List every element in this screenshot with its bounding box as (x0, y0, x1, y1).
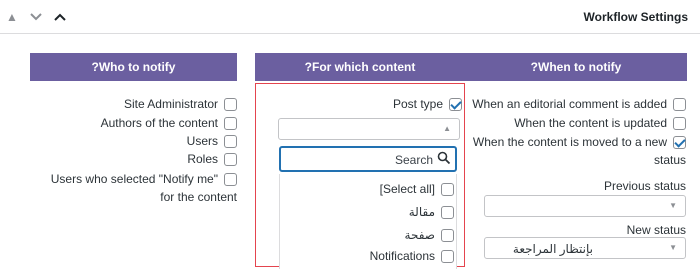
which-column-header: ?For which content (255, 53, 465, 81)
when-column-header: ?When to notify (465, 53, 687, 81)
notify-roles[interactable]: Roles (187, 150, 237, 168)
content-updated-label: When the content is updated (514, 116, 667, 130)
new-status-label: New status (626, 223, 686, 237)
post-type-checkbox[interactable] (449, 97, 462, 111)
authors-checkbox[interactable] (224, 116, 237, 130)
chevron-up-icon[interactable] (52, 9, 68, 25)
site-admin-label: Site Administrator (123, 97, 218, 111)
who-column-header: ?Who to notify (30, 53, 237, 81)
notify-users[interactable]: Users (187, 132, 237, 150)
post-option-checkbox[interactable] (441, 205, 454, 219)
post-option-label: مقالة (408, 205, 435, 219)
content-updated-checkbox[interactable] (673, 116, 686, 130)
post-type-select[interactable]: ▲ (278, 118, 460, 140)
dropdown-search[interactable]: Search (279, 146, 457, 172)
chevron-down-icon: ▼ (669, 243, 677, 252)
roles-checkbox[interactable] (224, 152, 237, 166)
select-all-label: [Select all] (379, 182, 435, 196)
panel-header: ▲ Workflow Settings (0, 0, 700, 34)
option-notifications[interactable]: Notifications (370, 247, 454, 265)
page-option-checkbox[interactable] (441, 228, 454, 242)
when-content-updated[interactable]: When the content is updated (514, 114, 686, 132)
notify-me-checkbox[interactable] (224, 172, 237, 186)
panel-title: Workflow Settings (583, 10, 688, 24)
status-changed-checkbox[interactable] (673, 135, 686, 149)
site-admin-checkbox[interactable] (224, 97, 237, 111)
chevron-down-icon: ▼ (669, 201, 677, 210)
status-word: status (653, 153, 686, 167)
notify-me-continuation: for the content (160, 190, 237, 204)
notifications-option-label: Notifications (369, 249, 435, 263)
roles-label: Roles (187, 152, 218, 166)
notify-me-users[interactable]: Users who selected "Notify me" (51, 170, 237, 188)
post-type-option[interactable]: Post type (393, 95, 462, 113)
chevron-up-icon: ▲ (443, 124, 451, 133)
search-input[interactable]: Search (395, 153, 433, 167)
when-comment-added[interactable]: When an editorial comment is added (472, 95, 686, 113)
option-select-all[interactable]: [Select all] (380, 180, 454, 198)
move-up-icon[interactable]: ▲ (4, 9, 20, 25)
comment-added-label: When an editorial comment is added (472, 97, 667, 111)
notify-me-label: Users who selected "Notify me" (50, 172, 218, 186)
users-checkbox[interactable] (224, 134, 237, 148)
users-label: Users (186, 134, 218, 148)
authors-label: Authors of the content (100, 116, 218, 130)
new-status-select[interactable]: بإنتظار المراجعة ▼ (484, 237, 686, 259)
comment-added-checkbox[interactable] (673, 97, 686, 111)
post-type-label: Post type (392, 97, 443, 111)
previous-status-select[interactable]: ▼ (484, 195, 686, 217)
notify-authors[interactable]: Authors of the content (101, 114, 237, 132)
option-page[interactable]: صفحة (405, 226, 454, 244)
notify-site-admin[interactable]: Site Administrator (124, 95, 237, 113)
chevron-down-icon[interactable] (28, 9, 44, 25)
status-changed-label: When the content is moved to a new (472, 135, 667, 149)
new-status-value: بإنتظار المراجعة (512, 242, 593, 256)
when-status-changed[interactable]: When the content is moved to a new (473, 133, 686, 151)
previous-status-label: Previous status (603, 179, 686, 193)
option-post[interactable]: مقالة (409, 203, 454, 221)
search-icon (437, 151, 451, 165)
notifications-option-checkbox[interactable] (441, 249, 454, 263)
select-all-checkbox[interactable] (441, 182, 454, 196)
page-option-label: صفحة (404, 228, 435, 242)
